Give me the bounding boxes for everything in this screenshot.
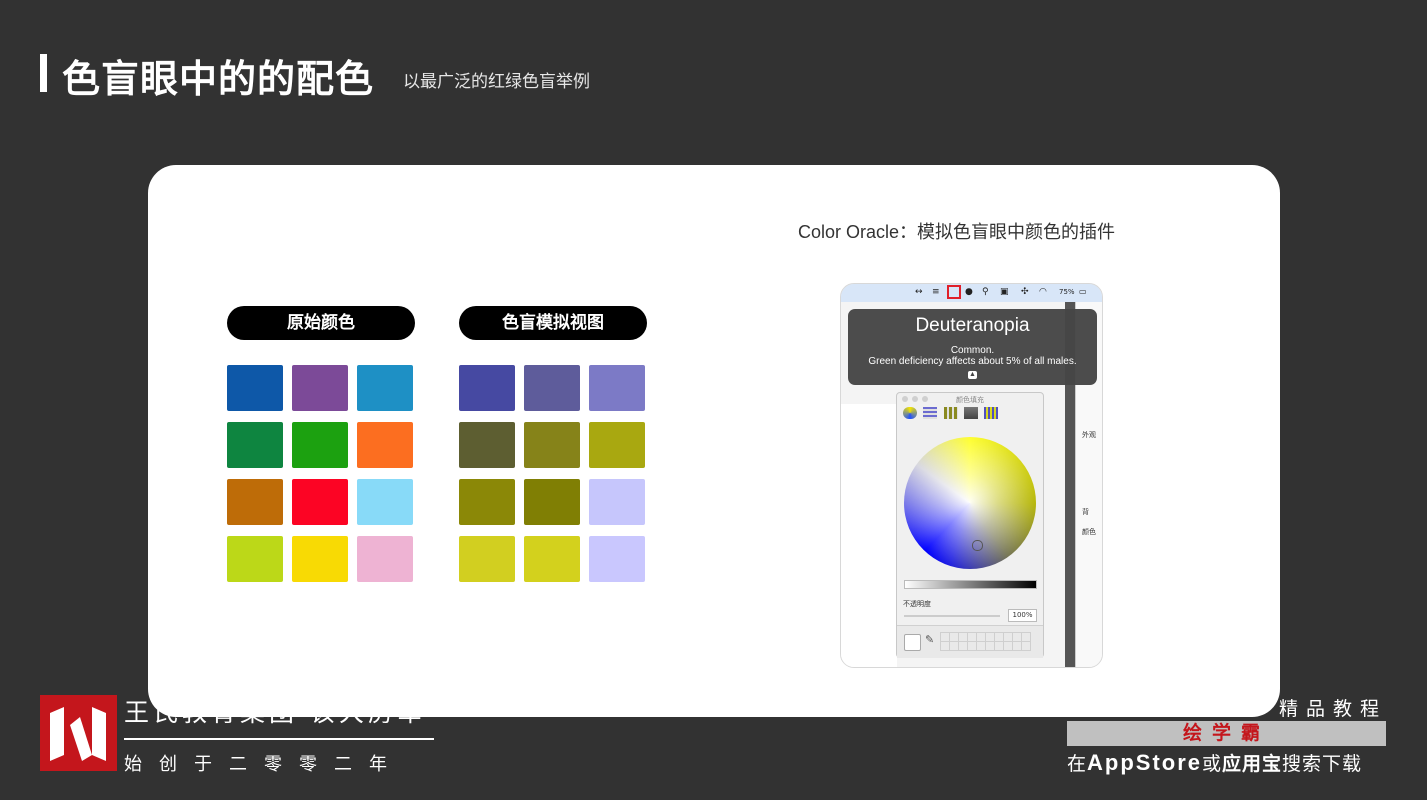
promo-app-store-name: 应用宝 — [1222, 753, 1283, 775]
menubar-menu-icon: ≡ — [932, 287, 940, 297]
promo-appstore: AppStore — [1087, 750, 1203, 775]
promo-suffix: 搜索下载 — [1282, 753, 1363, 775]
original-color-swatch — [357, 365, 413, 411]
color-picker-panel: 颜色填充 不透明度 100% ✎ — [896, 392, 1044, 658]
inspector-appearance-label: 外观 — [1082, 431, 1096, 439]
promo-bottom-text: 在AppStore或应用宝搜索下载 — [1067, 749, 1362, 776]
promo-prefix: 在 — [1067, 753, 1088, 775]
logo-mark-icon — [50, 707, 106, 761]
color-wheel-crosshair-icon[interactable] — [972, 540, 983, 551]
color-wheel[interactable] — [904, 437, 1036, 569]
promo-or: 或 — [1202, 753, 1223, 775]
simulated-color-swatch — [459, 365, 515, 411]
original-color-swatch — [292, 479, 348, 525]
current-color-well[interactable] — [904, 634, 921, 651]
inspector-color-label: 颜色 — [1082, 528, 1096, 536]
promo-top-text: 精品教程 — [1278, 698, 1387, 720]
color-sliders-tab-icon[interactable] — [923, 407, 937, 419]
menubar-bluetooth-icon: ✣ — [1021, 287, 1029, 297]
inspector-background-label: 背 — [1082, 508, 1089, 516]
simulated-color-swatch — [459, 536, 515, 582]
original-color-swatch — [292, 536, 348, 582]
original-color-swatch — [227, 422, 283, 468]
color-wheel-tab-icon[interactable] — [903, 407, 917, 419]
brand-logo — [40, 695, 117, 771]
promo-app-banner: 绘学霸 — [1067, 721, 1386, 746]
simulated-color-swatch — [459, 422, 515, 468]
color-palettes-tab-icon[interactable] — [944, 407, 958, 419]
popup-line-1: Common. — [950, 345, 995, 356]
menubar-battery-label: 75% — [1059, 288, 1075, 296]
simulated-color-swatch — [589, 422, 645, 468]
menubar-arrows-icon: ↔ — [915, 287, 923, 297]
page-title: 色盲眼中的的配色 — [62, 57, 375, 101]
picker-footer: ✎ — [897, 625, 1043, 658]
simulated-color-swatch — [524, 479, 580, 525]
original-colors-pill: 原始颜色 — [227, 306, 415, 340]
deuteranopia-popup: Deuteranopia Common. Green deficiency af… — [848, 309, 1097, 385]
simulated-color-swatch — [459, 479, 515, 525]
image-palettes-tab-icon[interactable] — [964, 407, 978, 419]
original-color-swatch — [357, 536, 413, 582]
menubar-shield-icon: ● — [965, 287, 973, 297]
opacity-slider[interactable] — [904, 615, 1000, 617]
menubar-app-icon: ▣ — [1000, 287, 1009, 297]
brightness-slider[interactable] — [904, 580, 1037, 589]
original-color-swatch — [292, 365, 348, 411]
simulated-color-swatch — [524, 422, 580, 468]
original-color-swatch — [227, 536, 283, 582]
original-color-swatch — [227, 479, 283, 525]
popup-line-2: Green deficiency affects about 5% of all… — [868, 356, 1077, 367]
simulated-color-swatch — [589, 536, 645, 582]
pencils-tab-icon[interactable] — [984, 407, 998, 419]
color-oracle-screenshot: ↔ ≡ ● ⚲ ▣ ✣ ◠ 75% ▭ 外观 背 颜色 颜色填充 不透明度 10… — [840, 283, 1103, 668]
color-oracle-caption: Color Oracle：模拟色盲眼中颜色的插件 — [798, 222, 1116, 242]
swatch-slots-grid[interactable] — [940, 632, 1031, 651]
simulated-color-swatch — [589, 365, 645, 411]
document-canvas — [841, 404, 897, 667]
original-color-swatch — [292, 422, 348, 468]
menubar-battery-icon: ▭ — [1079, 287, 1087, 296]
brand-divider — [124, 738, 434, 740]
page-subtitle: 以最广泛的红绿色盲举例 — [403, 72, 590, 92]
chevron-up-icon[interactable]: ▲ — [968, 371, 977, 379]
menubar-search-icon: ⚲ — [982, 287, 989, 297]
original-color-swatch — [227, 365, 283, 411]
simulated-colors-pill: 色盲模拟视图 — [459, 306, 647, 340]
mac-menubar: ↔ ≡ ● ⚲ ▣ ✣ ◠ 75% ▭ — [841, 284, 1102, 302]
brand-name: 王氏教育集团·该大房军 — [124, 698, 426, 727]
original-color-swatch — [357, 479, 413, 525]
title-accent-bar — [40, 54, 47, 92]
picker-title: 颜色填充 — [956, 396, 984, 404]
simulated-color-swatch — [524, 536, 580, 582]
content-card: 原始颜色 色盲模拟视图 Color Oracle：模拟色盲眼中颜色的插件 ↔ ≡… — [148, 165, 1280, 717]
brand-since: 始创于二零零二年 — [124, 754, 404, 775]
menubar-wifi-icon: ◠ — [1039, 287, 1047, 297]
simulated-color-swatch — [589, 479, 645, 525]
original-color-swatch — [357, 422, 413, 468]
opacity-value-field[interactable]: 100% — [1008, 609, 1037, 622]
eyedropper-icon[interactable]: ✎ — [925, 633, 934, 646]
color-oracle-menu-icon[interactable] — [947, 285, 961, 299]
opacity-label: 不透明度 — [903, 600, 931, 608]
popup-title: Deuteranopia — [915, 315, 1030, 336]
simulated-color-swatch — [524, 365, 580, 411]
